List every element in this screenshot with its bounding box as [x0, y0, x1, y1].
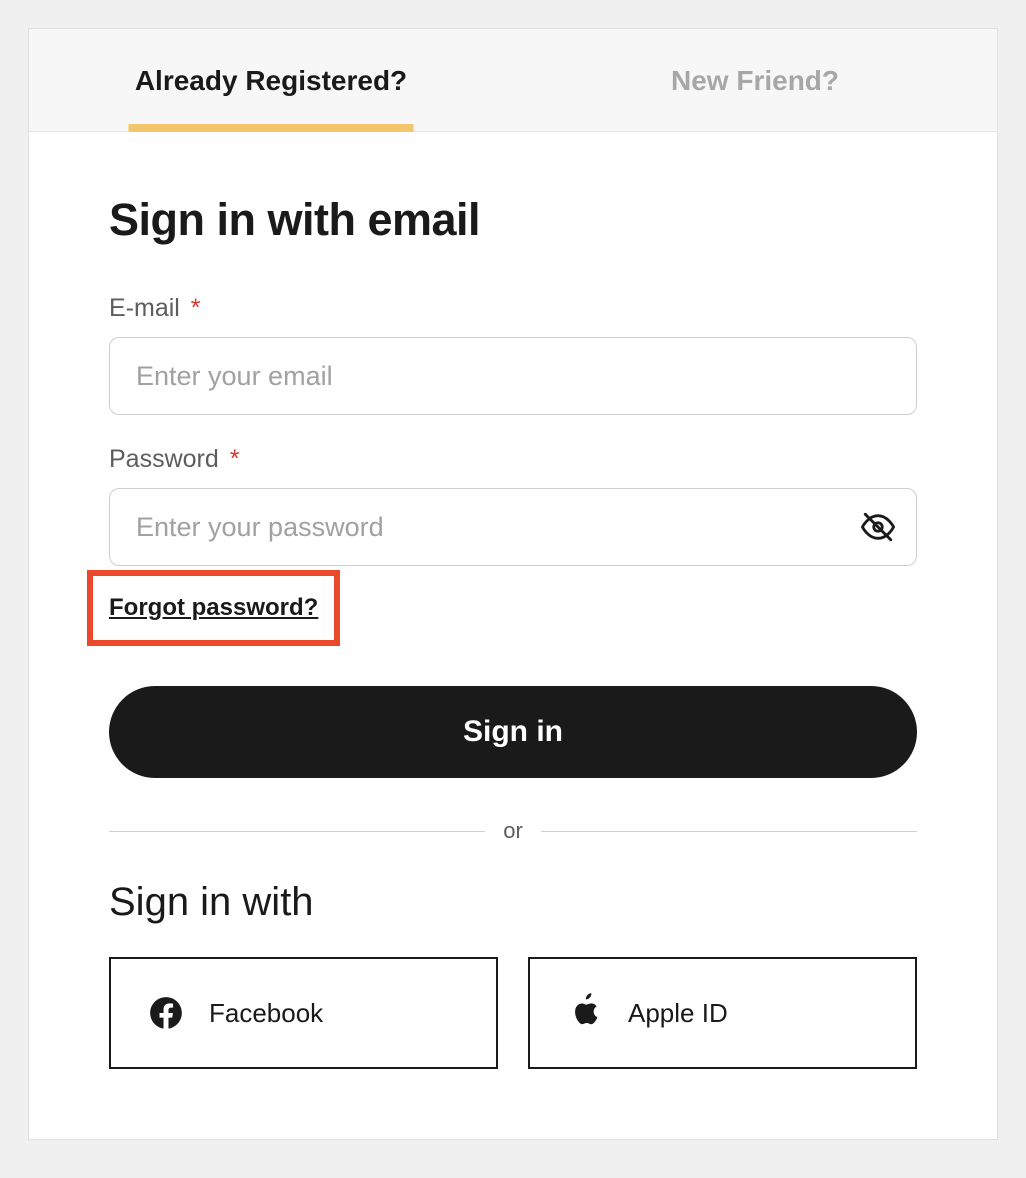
tab-label: New Friend? [671, 65, 839, 96]
forgot-password-link[interactable]: Forgot password? [109, 594, 318, 621]
password-input[interactable] [109, 488, 917, 566]
button-label: Apple ID [628, 998, 728, 1029]
tab-label: Already Registered? [135, 65, 407, 96]
facebook-icon [147, 994, 185, 1032]
apple-button[interactable]: Apple ID [528, 957, 917, 1069]
eye-off-icon[interactable] [861, 510, 895, 544]
label-text: E-mail [109, 294, 180, 322]
auth-tabs: Already Registered? New Friend? [29, 29, 997, 132]
facebook-button[interactable]: Facebook [109, 957, 498, 1069]
signin-button[interactable]: Sign in [109, 686, 917, 778]
divider-text: or [485, 818, 541, 844]
required-indicator: * [191, 294, 201, 322]
password-label: Password * [109, 445, 917, 474]
password-input-wrap [109, 488, 917, 566]
divider: or [109, 818, 917, 844]
apple-icon [566, 994, 604, 1032]
divider-line-right [541, 831, 917, 832]
tab-new-friend[interactable]: New Friend? [513, 29, 997, 131]
label-text: Password [109, 445, 219, 473]
password-field-group: Password * [109, 445, 917, 566]
tab-already-registered[interactable]: Already Registered? [29, 29, 513, 131]
button-label: Facebook [209, 998, 323, 1029]
signin-card: Already Registered? New Friend? Sign in … [28, 28, 998, 1140]
divider-line-left [109, 831, 485, 832]
email-field-group: E-mail * [109, 294, 917, 415]
email-input[interactable] [109, 337, 917, 415]
email-label: E-mail * [109, 294, 917, 323]
highlight-box: Forgot password? [87, 570, 340, 646]
button-label: Sign in [463, 715, 563, 748]
signin-content: Sign in with email E-mail * Password * [29, 132, 997, 1139]
required-indicator: * [230, 445, 240, 473]
signin-with-title: Sign in with [109, 880, 917, 925]
social-buttons-row: Facebook Apple ID [109, 957, 917, 1069]
page-title: Sign in with email [109, 194, 917, 246]
email-input-wrap [109, 337, 917, 415]
